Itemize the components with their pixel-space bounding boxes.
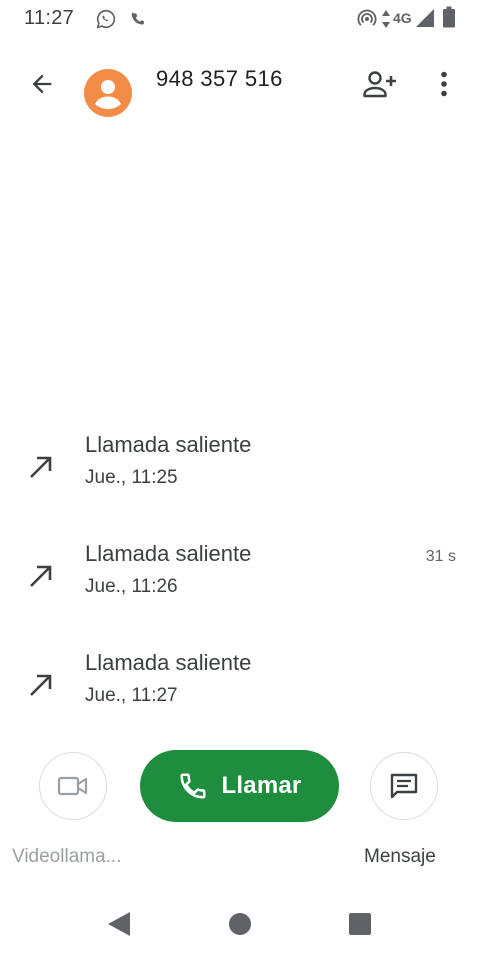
status-time: 11:27 <box>24 7 75 29</box>
call-time-label: Jue., 11:25 <box>85 467 178 488</box>
call-type-label: Llamada saliente <box>85 650 252 675</box>
call-time-label: Jue., 11:26 <box>85 576 178 597</box>
call-button[interactable]: Llamar <box>140 750 339 822</box>
add-contact-icon <box>363 71 396 98</box>
message-label: Mensaje <box>364 846 436 867</box>
contact-call-history-screen: 11:27 4G 948 357 516 Llamada saliente Ju… <box>0 0 480 960</box>
call-type-label: Llamada saliente <box>85 541 252 566</box>
avatar-person-icon <box>95 80 121 109</box>
outgoing-call-arrow-icon <box>30 565 52 587</box>
status-bar: 11:27 4G <box>0 0 480 36</box>
more-options-button[interactable] <box>426 64 462 104</box>
more-vert-icon <box>441 71 447 97</box>
whatsapp-icon <box>96 9 116 29</box>
back-button[interactable] <box>22 64 62 104</box>
nav-home-icon[interactable] <box>228 912 252 936</box>
videocam-icon <box>57 776 88 796</box>
call-log-item[interactable]: Llamada saliente Jue., 11:25 <box>0 432 480 528</box>
nav-recents-icon[interactable] <box>348 912 372 936</box>
outgoing-call-arrow-icon <box>30 674 52 696</box>
network-type-label: 4G <box>393 10 412 26</box>
back-arrow-icon <box>32 74 52 94</box>
call-duration-label: 31 s <box>425 548 456 565</box>
battery-icon <box>443 6 455 28</box>
call-log-item[interactable]: Llamada saliente Jue., 11:27 <box>0 650 480 746</box>
add-contact-button[interactable] <box>358 64 402 104</box>
phone-icon <box>131 12 145 25</box>
message-button[interactable] <box>370 752 438 820</box>
video-call-button[interactable] <box>39 752 107 820</box>
video-call-label: Videollama... <box>12 846 122 867</box>
hotspot-icon <box>357 9 377 26</box>
signal-icon <box>416 9 434 27</box>
data-arrows-icon <box>382 10 390 28</box>
call-time-label: Jue., 11:27 <box>85 685 178 706</box>
call-log-item[interactable]: Llamada saliente Jue., 11:26 31 s <box>0 541 480 637</box>
contact-number-title: 948 357 516 <box>156 66 283 91</box>
call-button-label: Llamar <box>221 772 302 799</box>
outgoing-call-arrow-icon <box>30 456 52 478</box>
message-icon <box>390 773 418 799</box>
nav-back-icon[interactable] <box>106 910 132 938</box>
avatar[interactable] <box>84 69 132 117</box>
phone-call-icon <box>180 773 206 799</box>
call-type-label: Llamada saliente <box>85 432 252 457</box>
